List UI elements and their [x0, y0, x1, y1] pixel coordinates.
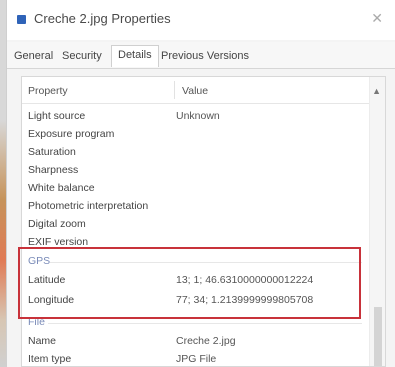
column-header-value[interactable]: Value: [182, 85, 208, 97]
table-row[interactable]: Photometric interpretation: [22, 198, 362, 216]
close-icon[interactable]: ✕: [371, 10, 383, 27]
table-row[interactable]: Exposure program: [22, 126, 362, 144]
gps-highlight-box: [18, 247, 361, 319]
tab-details[interactable]: Details: [111, 45, 159, 67]
item-type-value: JPG File: [176, 353, 217, 365]
vertical-scrollbar[interactable]: ▲: [369, 77, 385, 366]
list-header: Property Value: [22, 77, 385, 104]
table-row[interactable]: Light source Unknown: [22, 108, 362, 126]
table-row[interactable]: Item type JPG File: [22, 351, 362, 366]
tab-previous-versions[interactable]: Previous Versions: [161, 50, 249, 62]
name-value: Creche 2.jpg: [176, 335, 236, 347]
scroll-thumb[interactable]: [374, 307, 382, 366]
table-row[interactable]: Digital zoom: [22, 216, 362, 234]
row-property: Exposure program: [28, 128, 115, 140]
details-list[interactable]: Property Value Light source Unknown Expo…: [21, 76, 386, 367]
item-type-label: Item type: [28, 353, 72, 365]
tab-bar: General Security Details Previous Versio…: [7, 42, 395, 69]
row-property: Sharpness: [28, 164, 79, 176]
table-row[interactable]: White balance: [22, 180, 362, 198]
table-row[interactable]: Name Creche 2.jpg: [22, 333, 362, 351]
file-icon: [17, 15, 26, 24]
tab-security[interactable]: Security: [62, 50, 102, 62]
scroll-up-icon[interactable]: ▲: [372, 86, 381, 96]
section-divider: [48, 323, 362, 324]
column-header-property[interactable]: Property: [28, 85, 68, 97]
row-property: Photometric interpretation: [28, 200, 149, 212]
row-property: Light source: [28, 110, 86, 122]
row-property: Digital zoom: [28, 218, 86, 230]
tab-general[interactable]: General: [14, 50, 53, 62]
row-property: Saturation: [28, 146, 76, 158]
row-value: Unknown: [176, 110, 220, 122]
row-property: White balance: [28, 182, 95, 194]
column-divider[interactable]: [174, 81, 175, 99]
table-row[interactable]: Sharpness: [22, 162, 362, 180]
window-title: Creche 2.jpg Properties: [34, 11, 171, 26]
name-label: Name: [28, 335, 57, 347]
title-bar: Creche 2.jpg Properties ✕: [7, 0, 395, 40]
table-row[interactable]: Saturation: [22, 144, 362, 162]
